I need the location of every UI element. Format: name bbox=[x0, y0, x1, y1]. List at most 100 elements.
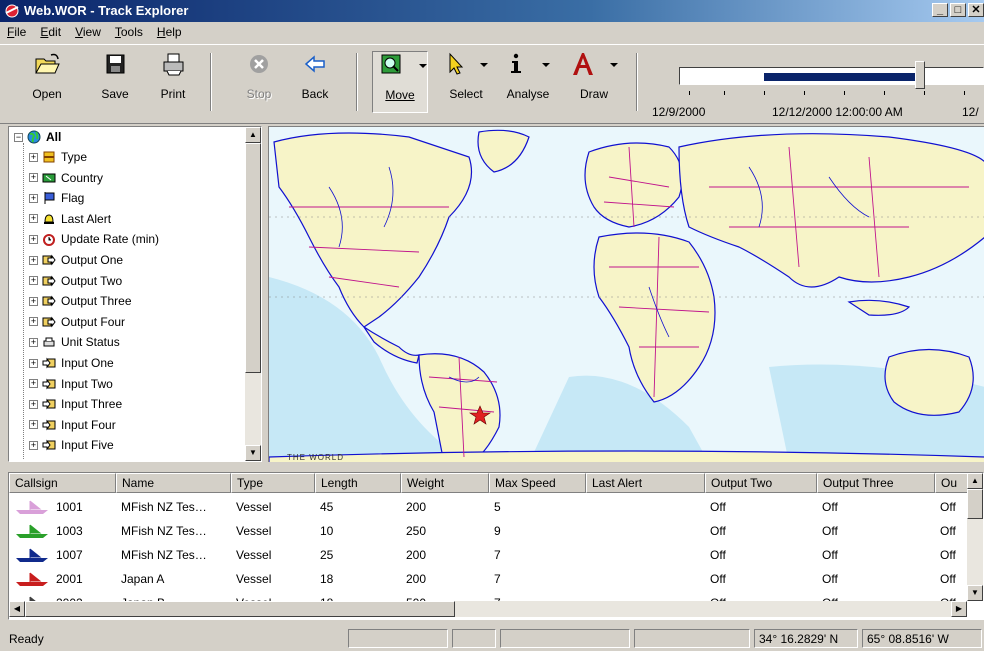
cell-callsign: 1003 bbox=[9, 519, 116, 543]
grid-scroll-right-button[interactable]: ▶ bbox=[951, 601, 967, 617]
cell-length: 18 bbox=[320, 572, 334, 586]
expand-toggle[interactable]: + bbox=[29, 358, 38, 368]
menu-file[interactable]: File bbox=[0, 23, 33, 41]
cell-output-two: Off bbox=[710, 572, 726, 586]
maximize-button[interactable]: □ bbox=[950, 3, 966, 17]
tree-node-input-five[interactable]: + Input Five bbox=[29, 435, 114, 455]
tree-node-flag[interactable]: + Flag bbox=[29, 188, 84, 208]
collapse-toggle[interactable]: − bbox=[14, 132, 23, 142]
cell-length: 10 bbox=[320, 524, 334, 538]
expand-toggle[interactable]: + bbox=[29, 317, 38, 327]
grid-scroll-up-button[interactable]: ▲ bbox=[967, 473, 983, 489]
time-range-selection[interactable] bbox=[764, 73, 924, 81]
select-button[interactable]: Select bbox=[438, 51, 494, 113]
tree-node-input-two[interactable]: + Input Two bbox=[29, 374, 113, 394]
menu-help[interactable]: Help bbox=[150, 23, 189, 41]
menu-tools[interactable]: Tools bbox=[108, 23, 150, 41]
column-header-name[interactable]: Name bbox=[116, 473, 231, 493]
tree-node-unit-status[interactable]: + Unit Status bbox=[29, 332, 120, 352]
draw-dropdown-arrow[interactable] bbox=[610, 63, 618, 67]
timeline-end-label: 12/ bbox=[962, 105, 979, 119]
print-button[interactable]: Print bbox=[148, 51, 198, 113]
cell-name: MFish NZ Tes… bbox=[121, 524, 207, 538]
grid-scroll-thumb[interactable] bbox=[967, 489, 983, 519]
menu-edit[interactable]: Edit bbox=[33, 23, 68, 41]
table-row[interactable]: 1003 MFish NZ Tes… Vessel 10 250 9 Off Off Off bbox=[9, 519, 975, 543]
tree-node-input-one[interactable]: + Input One bbox=[29, 353, 114, 373]
app-icon bbox=[5, 4, 19, 18]
table-row[interactable]: 1001 MFish NZ Tes… Vessel 45 200 5 Off Off Off bbox=[9, 495, 975, 519]
open-folder-icon bbox=[35, 53, 60, 74]
tree-node-output-three[interactable]: + Output Three bbox=[29, 291, 132, 311]
country-flag-icon bbox=[42, 173, 56, 183]
expand-toggle[interactable]: + bbox=[29, 379, 38, 389]
tree-node-output-four[interactable]: + Output Four bbox=[29, 312, 125, 332]
column-header-length[interactable]: Length bbox=[315, 473, 401, 493]
select-dropdown-arrow[interactable] bbox=[480, 63, 488, 67]
grid-hscroll-thumb[interactable] bbox=[25, 601, 455, 617]
menu-view[interactable]: View bbox=[68, 23, 108, 41]
time-slider[interactable]: 12/9/2000 12/12/2000 12:00:00 AM 12/ bbox=[652, 55, 984, 121]
cell-last-alert bbox=[586, 567, 705, 591]
scroll-thumb[interactable] bbox=[245, 143, 261, 373]
expand-toggle[interactable]: + bbox=[29, 276, 38, 286]
time-slider-track[interactable] bbox=[679, 67, 984, 85]
tree-node-update-rate-min[interactable]: + Update Rate (min) bbox=[29, 229, 159, 249]
expand-toggle[interactable]: + bbox=[29, 296, 38, 306]
tree-node-output-two[interactable]: + Output Two bbox=[29, 271, 122, 291]
save-button[interactable]: Save bbox=[90, 51, 140, 113]
column-header-type[interactable]: Type bbox=[231, 473, 315, 493]
column-header-callsign[interactable]: Callsign bbox=[9, 473, 116, 493]
grid-horizontal-scrollbar[interactable]: ◀ ▶ bbox=[9, 601, 967, 617]
minimize-button[interactable]: _ bbox=[932, 3, 948, 17]
title-bar[interactable]: Web.WOR - Track Explorer _ □ ✕ bbox=[0, 0, 984, 22]
tree-node-input-three[interactable]: + Input Three bbox=[29, 394, 122, 414]
expand-toggle[interactable]: + bbox=[29, 193, 38, 203]
tree-vertical-scrollbar[interactable]: ▲ ▼ bbox=[245, 127, 261, 461]
analyse-button[interactable]: Analyse bbox=[500, 51, 556, 113]
output-arrow-icon bbox=[42, 316, 56, 328]
move-dropdown-arrow[interactable] bbox=[419, 64, 427, 68]
cell-name: MFish NZ Tes… bbox=[121, 500, 207, 514]
column-header-output-three[interactable]: Output Three bbox=[817, 473, 935, 493]
expand-toggle[interactable]: + bbox=[29, 337, 38, 347]
column-header-last-alert[interactable]: Last Alert bbox=[586, 473, 705, 493]
open-button[interactable]: Open bbox=[22, 51, 72, 113]
grid-scroll-down-button[interactable]: ▼ bbox=[967, 585, 983, 601]
tree-node-input-four[interactable]: + Input Four bbox=[29, 415, 116, 435]
column-header-weight[interactable]: Weight bbox=[401, 473, 489, 493]
expand-toggle[interactable]: + bbox=[29, 214, 38, 224]
expand-toggle[interactable]: + bbox=[29, 255, 38, 265]
world-map[interactable]: THE WORLD bbox=[268, 126, 984, 462]
vessel-icon bbox=[16, 548, 48, 562]
time-slider-thumb[interactable] bbox=[915, 61, 925, 89]
grid-scroll-left-button[interactable]: ◀ bbox=[9, 601, 25, 617]
column-header-output-two[interactable]: Output Two bbox=[705, 473, 817, 493]
expand-toggle[interactable]: + bbox=[29, 173, 38, 183]
grid-vertical-scrollbar[interactable]: ▲ ▼ bbox=[967, 473, 983, 601]
scroll-up-button[interactable]: ▲ bbox=[245, 127, 261, 143]
expand-toggle[interactable]: + bbox=[29, 440, 38, 450]
tree-node-output-one[interactable]: + Output One bbox=[29, 250, 123, 270]
tree-node-all[interactable]: − All bbox=[14, 127, 61, 147]
column-header-max-speed[interactable]: Max Speed bbox=[489, 473, 586, 493]
move-button[interactable]: Move bbox=[372, 51, 428, 113]
expand-toggle[interactable]: + bbox=[29, 152, 38, 162]
analyse-dropdown-arrow[interactable] bbox=[542, 63, 550, 67]
expand-toggle[interactable]: + bbox=[29, 399, 38, 409]
cell-weight: 200 bbox=[406, 548, 427, 562]
scroll-down-button[interactable]: ▼ bbox=[245, 445, 261, 461]
table-row[interactable]: 2001 Japan A Vessel 18 200 7 Off Off Off bbox=[9, 567, 975, 591]
tree-node-last-alert[interactable]: + Last Alert bbox=[29, 209, 111, 229]
draw-button[interactable]: Draw bbox=[566, 51, 622, 113]
input-arrow-icon bbox=[42, 398, 56, 410]
draw-text-icon bbox=[573, 53, 593, 75]
table-row[interactable]: 1007 MFish NZ Tes… Vessel 25 200 7 Off Off Off bbox=[9, 543, 975, 567]
back-button[interactable]: Back bbox=[290, 51, 340, 113]
tree-node-type[interactable]: + Type bbox=[29, 147, 87, 167]
expand-toggle[interactable]: + bbox=[29, 420, 38, 430]
close-button[interactable]: ✕ bbox=[968, 3, 984, 17]
expand-toggle[interactable]: + bbox=[29, 234, 38, 244]
stop-button[interactable]: Stop bbox=[234, 51, 284, 113]
tree-node-country[interactable]: + Country bbox=[29, 168, 103, 188]
